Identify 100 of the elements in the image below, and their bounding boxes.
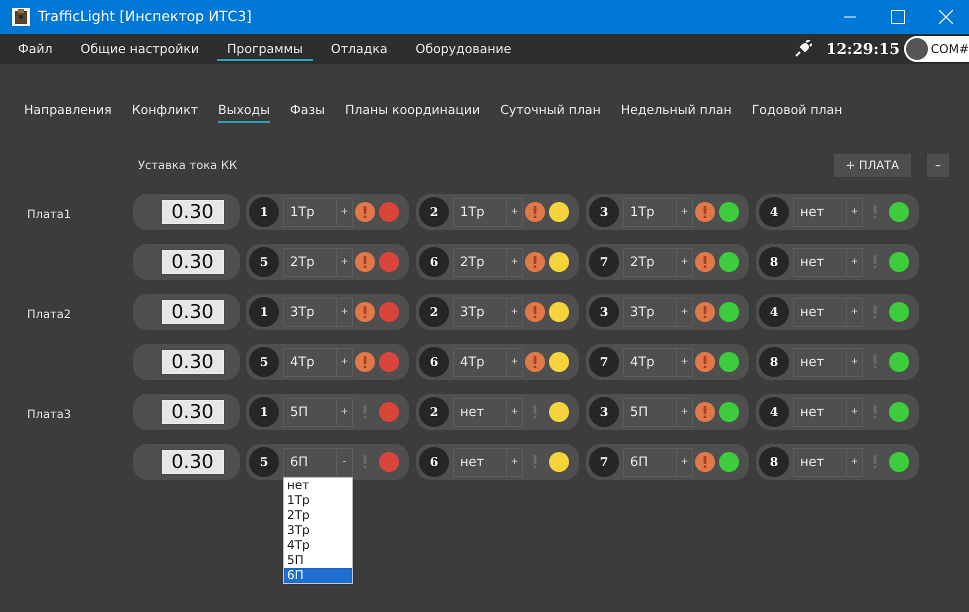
current-field[interactable]: 0.30 <box>162 200 224 224</box>
toggle-button[interactable]: + <box>336 298 352 326</box>
minimize-icon <box>844 16 856 18</box>
current-field[interactable]: 0.30 <box>162 400 224 424</box>
dropdown-option[interactable]: 1Тр <box>284 492 352 508</box>
dropdown-option[interactable]: 6П <box>284 568 352 582</box>
output-select[interactable]: нет + <box>793 448 863 476</box>
output-select[interactable]: 2Тр + <box>623 248 693 276</box>
output-number: 3 <box>589 197 619 227</box>
output-select[interactable]: нет + <box>793 398 863 426</box>
dropdown-option[interactable]: 2Тр <box>284 508 352 522</box>
dropdown-option[interactable]: 5П <box>284 552 352 568</box>
output-select[interactable]: 1Тр + <box>623 198 693 226</box>
output-number: 4 <box>759 197 789 227</box>
output-select[interactable]: нет + <box>793 198 863 226</box>
dropdown-option[interactable]: нет <box>284 478 352 492</box>
output-select[interactable]: 4Тр + <box>283 348 353 376</box>
menu-item[interactable]: Отладка <box>320 37 398 61</box>
output-number: 1 <box>249 297 279 327</box>
output-select[interactable]: нет + <box>453 398 523 426</box>
toggle-button[interactable]: + <box>336 248 352 276</box>
output-select[interactable]: 3Тр + <box>283 298 353 326</box>
menu-item[interactable]: Программы <box>217 37 313 61</box>
toggle-button[interactable]: + <box>506 248 522 276</box>
current-field[interactable]: 0.30 <box>162 350 224 374</box>
output-number: 4 <box>759 297 789 327</box>
toggle-button[interactable]: + <box>676 198 692 226</box>
output-number: 7 <box>589 247 619 277</box>
tab[interactable]: Выходы <box>218 99 270 123</box>
remove-board-button[interactable]: – <box>927 154 949 176</box>
port-indicator[interactable]: COM# <box>904 36 969 62</box>
toggle-button[interactable]: + <box>506 448 522 476</box>
output-number: 8 <box>759 247 789 277</box>
toggle-button[interactable]: + <box>846 198 862 226</box>
output-number: 6 <box>419 447 449 477</box>
output-select[interactable]: 2Тр + <box>283 248 353 276</box>
toggle-button[interactable]: + <box>676 448 692 476</box>
menu-item[interactable]: Оборудование <box>406 37 522 61</box>
dropdown-option[interactable]: 3Тр <box>284 522 352 538</box>
output-select[interactable]: 5П + <box>283 398 353 426</box>
toggle-button[interactable]: + <box>336 198 352 226</box>
output-select[interactable]: нет + <box>453 448 523 476</box>
menu-item[interactable]: Файл <box>8 37 63 61</box>
output-number: 5 <box>249 447 279 477</box>
current-field[interactable]: 0.30 <box>162 250 224 274</box>
toggle-button[interactable]: + <box>846 398 862 426</box>
toggle-button[interactable]: + <box>676 398 692 426</box>
clock-time: 12:29:15 <box>826 40 900 58</box>
output-select[interactable]: нет + <box>793 248 863 276</box>
toggle-button[interactable]: + <box>336 348 352 376</box>
toggle-button[interactable]: + <box>676 248 692 276</box>
toggle-button[interactable]: + <box>506 398 522 426</box>
toggle-button[interactable]: + <box>846 248 862 276</box>
output-number: 2 <box>419 397 449 427</box>
output-number: 2 <box>419 297 449 327</box>
tab[interactable]: Направления <box>24 99 112 123</box>
output-select[interactable]: 1Тр + <box>283 198 353 226</box>
tab[interactable]: Суточный план <box>500 99 601 123</box>
output-select[interactable]: 3Тр + <box>453 298 523 326</box>
port-label: COM# <box>930 42 969 56</box>
output-number: 1 <box>249 397 279 427</box>
output-select[interactable]: нет + <box>793 298 863 326</box>
tab[interactable]: Годовой план <box>752 99 842 123</box>
toggle-button[interactable]: - <box>336 448 352 476</box>
output-select[interactable]: 4Тр + <box>453 348 523 376</box>
output-number: 7 <box>589 447 619 477</box>
output-select[interactable]: 4Тр + <box>623 348 693 376</box>
toggle-button[interactable]: + <box>506 348 522 376</box>
board-label: Плата1 <box>27 206 72 220</box>
board-label: Плата2 <box>27 306 72 320</box>
output-select[interactable]: нет + <box>793 348 863 376</box>
toggle-button[interactable]: + <box>676 298 692 326</box>
output-number: 6 <box>419 347 449 377</box>
window-title: TrafficLight [Инспектор ИТС3] <box>38 9 253 25</box>
tab[interactable]: Недельный план <box>620 99 732 123</box>
toggle-button[interactable]: + <box>846 448 862 476</box>
toggle-button[interactable]: + <box>506 198 522 226</box>
toggle-button[interactable]: + <box>846 298 862 326</box>
tab[interactable]: Планы координации <box>344 99 480 123</box>
output-select[interactable]: 5П + <box>623 398 693 426</box>
toggle-button[interactable]: + <box>506 298 522 326</box>
tab[interactable]: Конфликт <box>132 99 198 123</box>
output-select[interactable]: 2Тр + <box>453 248 523 276</box>
output-select[interactable]: 6П + <box>623 448 693 476</box>
output-select[interactable]: 1Тр + <box>453 198 523 226</box>
current-field[interactable]: 0.30 <box>162 300 224 324</box>
output-number: 6 <box>419 247 449 277</box>
output-number: 3 <box>589 297 619 327</box>
output-number: 2 <box>419 197 449 227</box>
dropdown-option[interactable]: 4Тр <box>284 538 352 552</box>
tab[interactable]: Фазы <box>290 99 325 123</box>
output-number: 8 <box>759 447 789 477</box>
add-board-button[interactable]: + ПЛАТА <box>834 154 911 176</box>
menu-item[interactable]: Общие настройки <box>70 37 210 61</box>
output-number: 3 <box>589 397 619 427</box>
current-field[interactable]: 0.30 <box>162 450 224 474</box>
toggle-button[interactable]: + <box>846 348 862 376</box>
toggle-button[interactable]: + <box>336 398 352 426</box>
toggle-button[interactable]: + <box>676 348 692 376</box>
output-select[interactable]: 3Тр + <box>623 298 693 326</box>
